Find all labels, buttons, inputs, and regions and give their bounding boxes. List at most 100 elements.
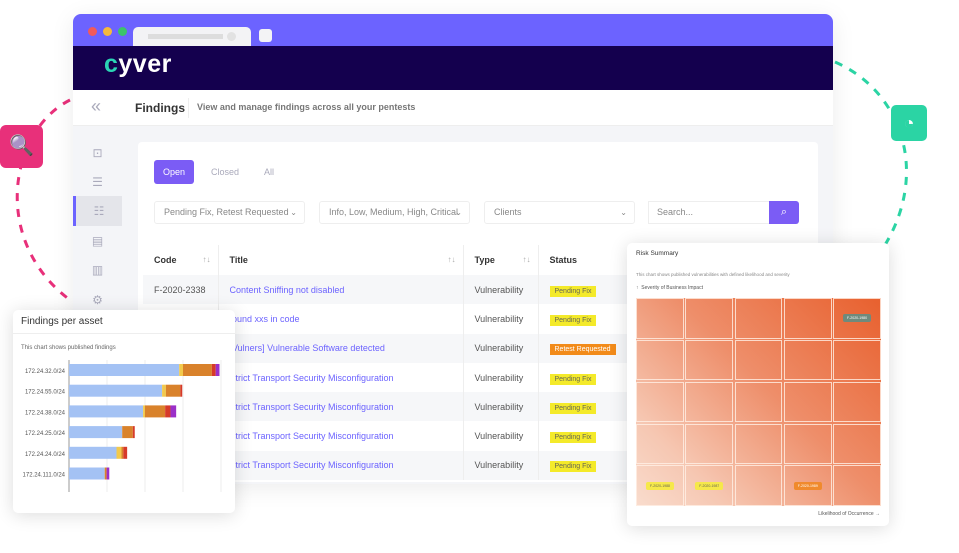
heatmap-cell[interactable]: [833, 465, 881, 506]
minimize-dot[interactable]: [103, 27, 112, 36]
type-cell: Vulnerability: [463, 333, 539, 363]
bar-info[interactable]: [69, 364, 180, 376]
heatmap-cell[interactable]: [783, 298, 832, 339]
new-tab-button[interactable]: [259, 29, 272, 42]
heatmap-cell[interactable]: [833, 339, 881, 381]
bar-medium[interactable]: [121, 446, 124, 459]
bar-medium[interactable]: [145, 405, 166, 418]
bar-medium[interactable]: [165, 384, 181, 397]
bar-medium[interactable]: [104, 467, 107, 480]
title-link[interactable]: [Vulners] Vulnerable Software detected: [218, 333, 464, 363]
bar-critical[interactable]: [215, 364, 220, 376]
heatmap-cell[interactable]: [636, 339, 684, 381]
browser-tab[interactable]: [133, 27, 251, 46]
bar-high[interactable]: [165, 405, 171, 418]
severity-filter[interactable]: Info, Low, Medium, High, Critical ⌄: [319, 201, 470, 224]
panel-subtitle: This chart shows published vulnerabiliti…: [636, 272, 790, 277]
maximize-dot[interactable]: [118, 27, 127, 36]
finding-label[interactable]: F-2020-1988: [645, 481, 674, 490]
heatmap-cell[interactable]: [734, 423, 783, 465]
arrow-right-icon: →: [875, 511, 880, 517]
finding-label[interactable]: F-2020-1980: [842, 314, 872, 323]
report-icon[interactable]: ▤: [73, 226, 122, 256]
heatmap-cell[interactable]: [636, 298, 684, 339]
heatmap-cell[interactable]: [833, 423, 881, 465]
buildings-icon[interactable]: ▥: [73, 255, 122, 285]
bar-info[interactable]: [69, 467, 105, 480]
bar-high[interactable]: [180, 384, 183, 397]
bar-low[interactable]: [116, 446, 122, 459]
browser-chrome: [73, 14, 833, 46]
title-link[interactable]: found xxs in code: [218, 304, 464, 334]
heatmap-cell[interactable]: [685, 423, 734, 465]
heatmap-cell[interactable]: [783, 381, 832, 423]
title-link[interactable]: Content Sniffing not disabled: [218, 275, 464, 305]
search-input[interactable]: Search...: [648, 201, 770, 224]
bar-medium[interactable]: [183, 364, 212, 376]
double-chevron-left-icon[interactable]: «: [91, 96, 101, 117]
tab-open[interactable]: Open: [154, 160, 195, 184]
list-icon[interactable]: ☰: [73, 167, 122, 197]
bar-high[interactable]: [211, 364, 216, 376]
bar-info[interactable]: [69, 405, 144, 418]
heatmap-cell[interactable]: [685, 298, 734, 339]
findings-bar-chart: 172.24.32.0/24 172.24.55.0/24 172.24.38.0/…: [23, 360, 222, 492]
heatmap-cell[interactable]: F-2020-1988: [636, 465, 684, 506]
heatmap-cell[interactable]: [685, 339, 734, 381]
tick-label: 172.24.55.0/24: [25, 390, 66, 396]
column-header-title[interactable]: Title ↑↓: [218, 245, 464, 275]
heatmap-cell[interactable]: [636, 381, 684, 423]
bar-critical[interactable]: [106, 467, 110, 480]
column-header-code[interactable]: Code ↑↓: [143, 245, 219, 275]
arrow-up-icon: ↑: [636, 285, 639, 291]
presentation-icon[interactable]: ⊡: [73, 138, 122, 168]
heatmap-cell[interactable]: F-2020-1989: [783, 465, 832, 506]
risk-summary-panel: Risk Summary This chart shows published …: [627, 243, 889, 526]
bar-low[interactable]: [179, 364, 183, 376]
y-axis-label: ↑ Severity of Business Impact: [636, 285, 703, 291]
bar-low[interactable]: [162, 384, 166, 397]
bar-info[interactable]: [69, 426, 123, 439]
heatmap-cell[interactable]: [734, 298, 783, 339]
heatmap-cell[interactable]: [833, 381, 881, 423]
bar-medium[interactable]: [122, 426, 133, 439]
status-badge: Retest Requested: [549, 344, 616, 356]
search-button[interactable]: ⌕: [769, 201, 799, 224]
sort-icon: ↑↓: [447, 255, 456, 264]
heatmap-cell[interactable]: F-2020-1980: [833, 298, 881, 339]
heatmap-cell[interactable]: [783, 339, 832, 381]
tab-all[interactable]: All: [255, 160, 283, 184]
title-link[interactable]: Strict Transport Security Misconfigurati…: [218, 362, 464, 393]
status-filter[interactable]: Pending Fix, Retest Requested ⌄: [154, 201, 305, 224]
heatmap-cell[interactable]: [734, 339, 783, 381]
heatmap-cell[interactable]: F-2020-1987: [685, 465, 734, 506]
bar-high[interactable]: [123, 446, 128, 459]
bar-info[interactable]: [69, 446, 117, 459]
page-header: « Findings View and manage findings acro…: [73, 90, 833, 126]
heatmap-cell[interactable]: [783, 423, 832, 465]
search-icon: ⌕: [780, 206, 788, 218]
finding-label[interactable]: F-2020-1987: [695, 481, 724, 490]
heatmap-cell[interactable]: [734, 465, 783, 506]
heatmap-cell[interactable]: [685, 381, 734, 423]
cyver-logo[interactable]: cyver: [104, 50, 172, 79]
close-dot[interactable]: [88, 27, 97, 36]
type-cell: Vulnerability: [463, 392, 539, 422]
heatmap-cell[interactable]: [734, 381, 783, 423]
title-link[interactable]: Strict Transport Security Misconfigurati…: [218, 421, 464, 451]
column-header-type[interactable]: Type ↑↓: [463, 245, 539, 275]
bar-info[interactable]: [69, 384, 163, 397]
finding-label[interactable]: F-2020-1989: [793, 481, 822, 490]
title-link[interactable]: Strict Transport Security Misconfigurati…: [218, 392, 464, 422]
checklist-icon[interactable]: ☷: [73, 196, 122, 226]
heatmap-cell[interactable]: [636, 423, 684, 465]
x-axis-label: Likelihood of Occurrence →: [818, 511, 880, 517]
tick-label: 172.24.38.0/24: [25, 410, 66, 416]
tab-closed[interactable]: Closed: [202, 160, 248, 184]
bar-high[interactable]: [132, 426, 135, 439]
clients-filter[interactable]: Clients ⌄: [484, 201, 635, 224]
bar-low[interactable]: [143, 405, 145, 418]
status-badge: Pending Fix: [549, 285, 597, 297]
title-link[interactable]: Strict Transport Security Misconfigurati…: [218, 450, 464, 481]
bar-critical[interactable]: [170, 405, 177, 418]
